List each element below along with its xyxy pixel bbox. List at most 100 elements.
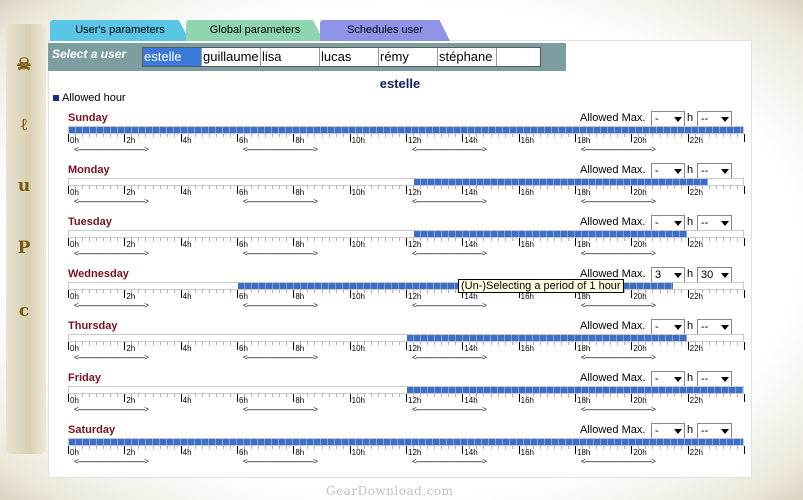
scale-tick: [328, 186, 330, 189]
allowed-max-label: Allowed Max.: [580, 320, 646, 332]
max-hours-select[interactable]: -: [651, 163, 685, 179]
scale-tick: [208, 290, 210, 293]
span-arrow: <---------------------------------------…: [412, 457, 487, 465]
user-item-lucas[interactable]: lucas: [320, 48, 378, 66]
scale-tick: [391, 394, 393, 397]
scale-tick: [504, 342, 506, 345]
scale-tick: [391, 186, 393, 189]
scale-tick: [483, 134, 485, 137]
time-slot-track[interactable]: [68, 334, 744, 342]
scale-tick: [560, 394, 562, 397]
scale-tick: [596, 186, 598, 189]
letter-e-icon[interactable]: ℓ: [13, 114, 35, 136]
scale-tick: [180, 290, 182, 298]
scale-tick: [736, 290, 738, 293]
scale-tick: [624, 186, 626, 189]
max-hours-select[interactable]: -: [651, 371, 685, 387]
scale-tick: [462, 134, 464, 142]
tab-global-parameters[interactable]: Global parameters: [186, 20, 324, 41]
max-minutes-select[interactable]: --: [697, 215, 732, 231]
time-slot-track[interactable]: [68, 282, 744, 290]
hour-label: 0h: [70, 136, 79, 145]
user-item-guillaume[interactable]: guillaume: [202, 48, 260, 66]
max-hours-select[interactable]: -: [651, 215, 685, 231]
scale-tick: [603, 134, 605, 137]
scale-tick: [744, 134, 745, 142]
max-minutes-select[interactable]: --: [697, 111, 732, 127]
tab-users-parameters[interactable]: User's parameters: [50, 20, 190, 41]
scale-tick: [687, 290, 689, 298]
scale-tick: [279, 394, 281, 397]
hour-label: 10h: [351, 448, 366, 457]
hour-label: 22h: [689, 188, 704, 197]
scale-tick: [603, 186, 605, 189]
scale-tick: [152, 446, 154, 449]
scale-tick: [736, 394, 738, 397]
scale-tick: [427, 446, 429, 449]
scale-tick: [427, 290, 429, 293]
scale-tick: [434, 238, 436, 241]
span-arrow: <---------------------------------------…: [74, 145, 149, 153]
user-item-stephane[interactable]: stéphane: [438, 48, 496, 66]
max-minutes-select[interactable]: --: [697, 423, 732, 439]
max-hours-select[interactable]: -: [651, 111, 685, 127]
time-slot-track[interactable]: [68, 438, 744, 446]
time-slot-track[interactable]: [68, 178, 744, 186]
scale-tick: [673, 186, 675, 189]
max-hours-select[interactable]: -: [651, 319, 685, 335]
scale-tick: [603, 238, 605, 241]
max-minutes-select[interactable]: --: [697, 371, 732, 387]
user-item-estelle[interactable]: estelle: [143, 48, 201, 66]
user-item-empty[interactable]: [497, 48, 541, 66]
scale-tick: [680, 186, 682, 189]
scale-tick: [342, 394, 344, 397]
scale-tick: [553, 394, 555, 397]
skull-icon[interactable]: ☠: [13, 54, 35, 76]
hour-label: 8h: [295, 136, 305, 145]
scale-tick: [222, 238, 224, 241]
scale-tick: [539, 342, 541, 345]
letter-u-icon[interactable]: u: [13, 175, 35, 197]
day-row-wednesday: Wednesday Allowed Max. 3 h 30 0h 2h 4h 6h 8h 10h 12…: [68, 267, 745, 320]
tab-schedules-user[interactable]: Schedules user: [320, 20, 450, 41]
scale-tick: [335, 342, 337, 345]
letter-c-icon[interactable]: c: [13, 300, 35, 322]
scale-tick: [398, 186, 400, 189]
scale-tick: [68, 238, 69, 246]
scale-tick: [455, 342, 457, 345]
scale-tick: [497, 342, 499, 345]
scale-tick: [279, 446, 281, 449]
span-arrow: <---------------------------------------…: [243, 249, 318, 257]
page-title: estelle: [379, 76, 421, 91]
user-item-lisa[interactable]: lisa: [261, 48, 319, 66]
scale-tick: [377, 342, 379, 345]
tooltip: (Un-)Selecting a period of 1 hour: [458, 279, 624, 293]
max-minutes-value: 30: [701, 269, 714, 281]
span-arrow: <---------------------------------------…: [243, 353, 318, 361]
scale-tick: [553, 186, 555, 189]
scale-tick: [215, 394, 217, 397]
max-minutes-select[interactable]: --: [697, 163, 732, 179]
span-arrow: <---------------------------------------…: [243, 145, 318, 153]
user-item-remy[interactable]: rémy: [379, 48, 437, 66]
scale-tick: [617, 238, 619, 241]
max-minutes-select[interactable]: --: [697, 319, 732, 335]
scale-tick: [314, 186, 316, 189]
scale-tick: [455, 446, 457, 449]
scale-tick: [138, 290, 140, 293]
time-slot-track[interactable]: [68, 230, 744, 238]
max-hours-select[interactable]: -: [651, 423, 685, 439]
letter-p-icon[interactable]: P: [13, 237, 35, 259]
scale-tick: [736, 134, 738, 137]
allowed-hours-fill: [407, 387, 743, 393]
time-slot-track[interactable]: [68, 126, 744, 134]
scale-tick: [208, 446, 210, 449]
hour-label: 0h: [70, 396, 79, 405]
scale-tick: [659, 134, 661, 137]
scale-tick: [744, 394, 745, 402]
max-minutes-select[interactable]: 30: [697, 267, 732, 283]
max-hours-select[interactable]: 3: [651, 267, 685, 283]
chevron-down-icon: [721, 377, 729, 382]
scale-tick: [103, 290, 105, 293]
time-slot-track[interactable]: [68, 386, 744, 394]
